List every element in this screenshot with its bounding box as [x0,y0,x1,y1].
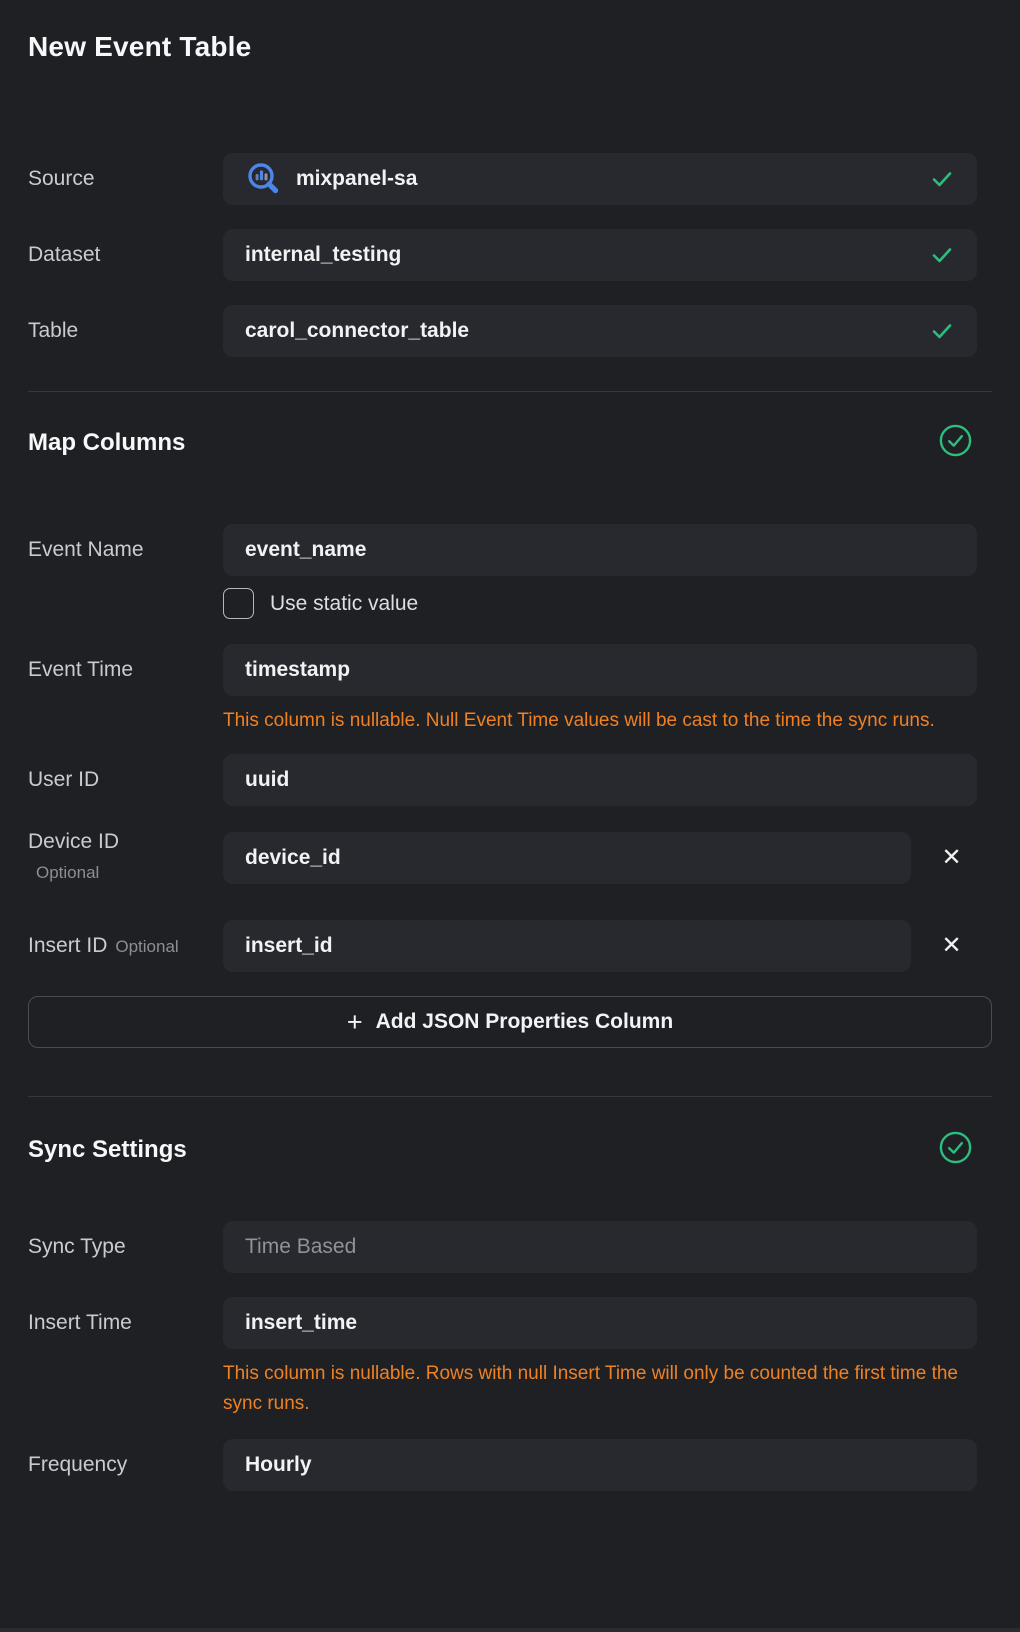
user-id-input[interactable]: uuid [223,754,977,806]
sync-settings-title: Sync Settings [28,1136,187,1164]
event-name-input[interactable]: event_name [223,524,977,576]
insert-time-nullable-warning: This column is nullable. Rows with null … [223,1359,977,1419]
sync-type-row: Sync Type Time Based [28,1221,977,1273]
frequency-value: Hourly [245,1453,312,1477]
source-input[interactable]: mixpanel-sa [223,153,977,205]
source-value: mixpanel-sa [296,167,417,191]
section-divider [28,391,992,392]
insert-time-label: Insert Time [28,1310,223,1336]
event-time-row: Event Time timestamp [28,644,977,696]
valid-check-icon [929,166,955,192]
event-time-label: Event Time [28,657,223,683]
insert-id-optional-label: Optional [115,937,178,956]
section-divider [28,1096,992,1097]
insert-time-value: insert_time [245,1311,357,1335]
use-static-value-checkbox[interactable] [223,588,254,619]
sync-type-value: Time Based [245,1235,356,1259]
map-columns-header: Map Columns [28,424,972,462]
frequency-label: Frequency [28,1452,223,1478]
footer-edge [0,1628,1020,1632]
frequency-row: Frequency Hourly [28,1439,977,1491]
dataset-label: Dataset [28,242,223,268]
table-value: carol_connector_table [245,319,469,343]
frequency-input[interactable]: Hourly [223,1439,977,1491]
user-id-value: uuid [245,768,289,792]
event-name-label: Event Name [28,537,223,563]
dataset-value: internal_testing [245,243,401,267]
section-complete-icon [939,424,972,462]
table-row: Table carol_connector_table [28,305,977,357]
source-label: Source [28,166,223,192]
event-time-input[interactable]: timestamp [223,644,977,696]
dataset-input[interactable]: internal_testing [223,229,977,281]
insert-time-input[interactable]: insert_time [223,1297,977,1349]
page-title: New Event Table [28,30,992,64]
table-label: Table [28,318,223,344]
use-static-value-row: Use static value [223,588,992,619]
device-id-input[interactable]: device_id [223,832,911,884]
source-row: Source mixpanel-sa [28,153,977,205]
event-name-value: event_name [245,538,366,562]
section-complete-icon [939,1131,972,1169]
user-id-row: User ID uuid [28,754,977,806]
device-id-value: device_id [245,846,341,870]
valid-check-icon [929,242,955,268]
add-json-properties-button[interactable]: + Add JSON Properties Column [28,996,992,1048]
insert-id-label: Insert IDOptional [28,933,223,960]
valid-check-icon [929,318,955,344]
event-time-value: timestamp [245,658,350,682]
table-input[interactable]: carol_connector_table [223,305,977,357]
device-id-label: Device ID Optional [28,829,223,886]
use-static-value-label: Use static value [270,592,418,616]
sync-type-input: Time Based [223,1221,977,1273]
sync-settings-header: Sync Settings [28,1131,972,1169]
insert-id-value: insert_id [245,934,333,958]
plus-icon: + [347,1009,363,1036]
event-name-row: Event Name event_name [28,524,977,576]
map-columns-title: Map Columns [28,429,185,457]
insert-time-row: Insert Time insert_time [28,1297,977,1349]
insert-id-remove-icon[interactable]: ✕ [911,934,992,958]
device-id-remove-icon[interactable]: ✕ [911,846,992,870]
user-id-label: User ID [28,767,223,793]
event-time-nullable-warning: This column is nullable. Null Event Time… [223,706,977,736]
device-id-optional-label: Optional [28,860,223,886]
add-json-properties-label: Add JSON Properties Column [376,1010,674,1034]
mixpanel-logo-icon [245,161,281,197]
sync-type-label: Sync Type [28,1234,223,1260]
insert-id-input[interactable]: insert_id [223,920,911,972]
dataset-row: Dataset internal_testing [28,229,977,281]
insert-id-row: Insert IDOptional insert_id ✕ [28,920,992,972]
device-id-row: Device ID Optional device_id ✕ [28,829,992,886]
